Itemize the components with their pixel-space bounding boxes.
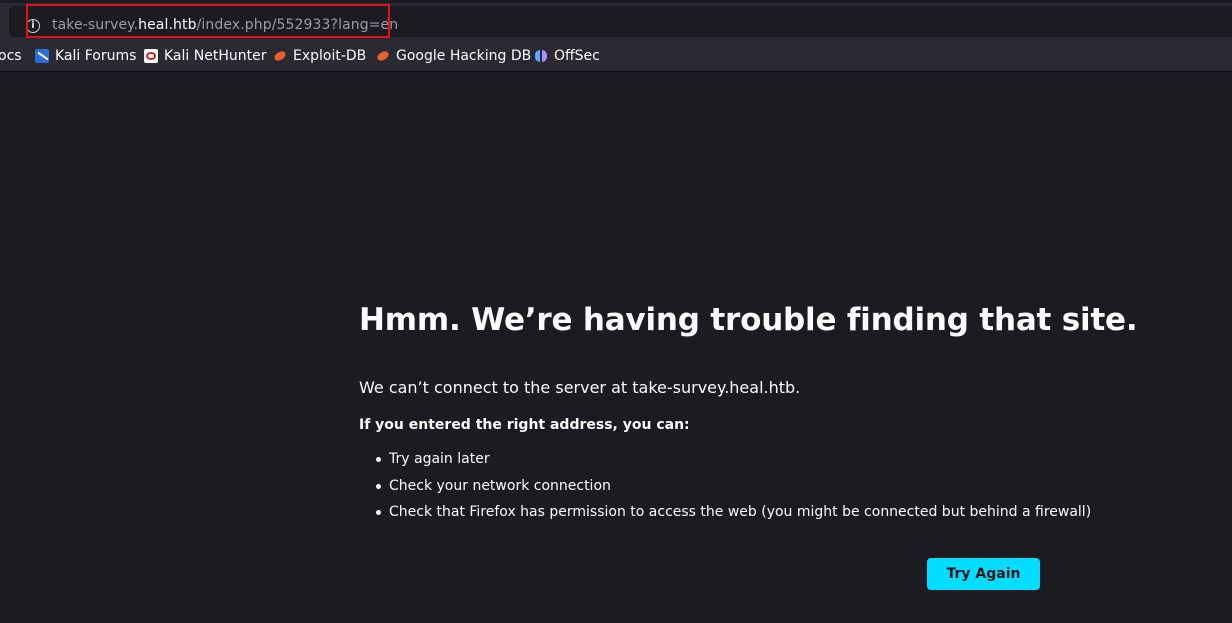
exploit-db-icon: [273, 49, 287, 63]
bookmarks-toolbar: ocs Kali Forums Kali NetHunter Exploit-D…: [0, 39, 1232, 72]
bookmark-offsec[interactable]: OffSec: [534, 48, 600, 64]
bookmark-label: OffSec: [554, 48, 600, 64]
bookmark-kali-nethunter[interactable]: Kali NetHunter: [144, 48, 266, 64]
bookmark-google-hacking-db[interactable]: Google Hacking DB: [376, 48, 531, 64]
bookmark-label: Exploit-DB: [293, 48, 367, 64]
nethunter-icon: [144, 49, 158, 63]
bookmark-kali-forums[interactable]: Kali Forums: [35, 48, 136, 64]
error-page: Hmm. We’re having trouble finding that s…: [0, 72, 1232, 623]
bookmark-label: Kali NetHunter: [164, 48, 267, 64]
error-subtitle: If you entered the right address, you ca…: [359, 417, 690, 433]
offsec-icon: [534, 49, 548, 63]
error-title: Hmm. We’re having trouble finding that s…: [359, 302, 1138, 338]
bookmark-docs[interactable]: ocs: [0, 48, 22, 64]
try-again-button[interactable]: Try Again: [927, 558, 1040, 590]
suggestion-item: Try again later: [375, 450, 1091, 477]
url-highlight-box: [26, 4, 390, 38]
error-description: We can’t connect to the server at take-s…: [359, 378, 801, 397]
suggestion-item: Check your network connection: [375, 477, 1091, 504]
bookmark-label: Google Hacking DB: [396, 48, 532, 64]
bookmark-label: Kali Forums: [55, 48, 137, 64]
bookmark-label: ocs: [0, 48, 22, 64]
kali-icon: [35, 49, 49, 63]
suggestion-item: Check that Firefox has permission to acc…: [375, 503, 1091, 530]
exploit-db-icon: [376, 49, 390, 63]
bookmark-exploit-db[interactable]: Exploit-DB: [273, 48, 366, 64]
suggestion-list: Try again later Check your network conne…: [375, 450, 1091, 530]
